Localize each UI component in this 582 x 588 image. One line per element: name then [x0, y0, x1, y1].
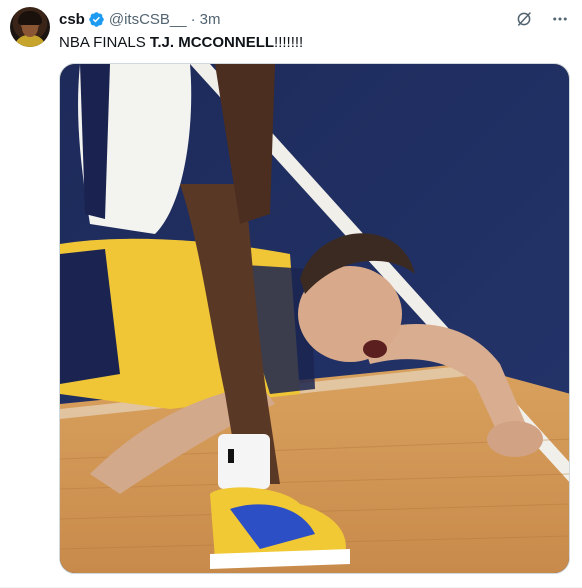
more-icon[interactable] [550, 9, 570, 29]
photo-illustration [60, 64, 569, 573]
tweet-photo[interactable] [59, 63, 570, 574]
tweet-top-actions [514, 9, 570, 29]
tweet-text-plain: NBA FINALS [59, 34, 150, 51]
author-display-name[interactable]: csb [59, 11, 85, 28]
grok-icon[interactable] [514, 9, 534, 29]
tweet-text: NBA FINALS T.J. MCCONNELL!!!!!!! [59, 33, 303, 53]
tweet-text-suffix: !!!!!!! [274, 34, 304, 51]
tweet-header: csb @itsCSB__ · 3m [59, 9, 220, 29]
avatar[interactable] [10, 7, 50, 47]
tweet-card[interactable]: csb @itsCSB__ · 3m NBA FINALS T.J. MCCON… [0, 0, 582, 588]
verified-badge-icon [88, 11, 105, 28]
tweet-timestamp[interactable]: 3m [200, 11, 221, 28]
author-handle[interactable]: @itsCSB__ [109, 11, 187, 28]
separator-dot: · [190, 10, 196, 28]
tweet-text-bold: T.J. MCCONNELL [149, 34, 275, 51]
